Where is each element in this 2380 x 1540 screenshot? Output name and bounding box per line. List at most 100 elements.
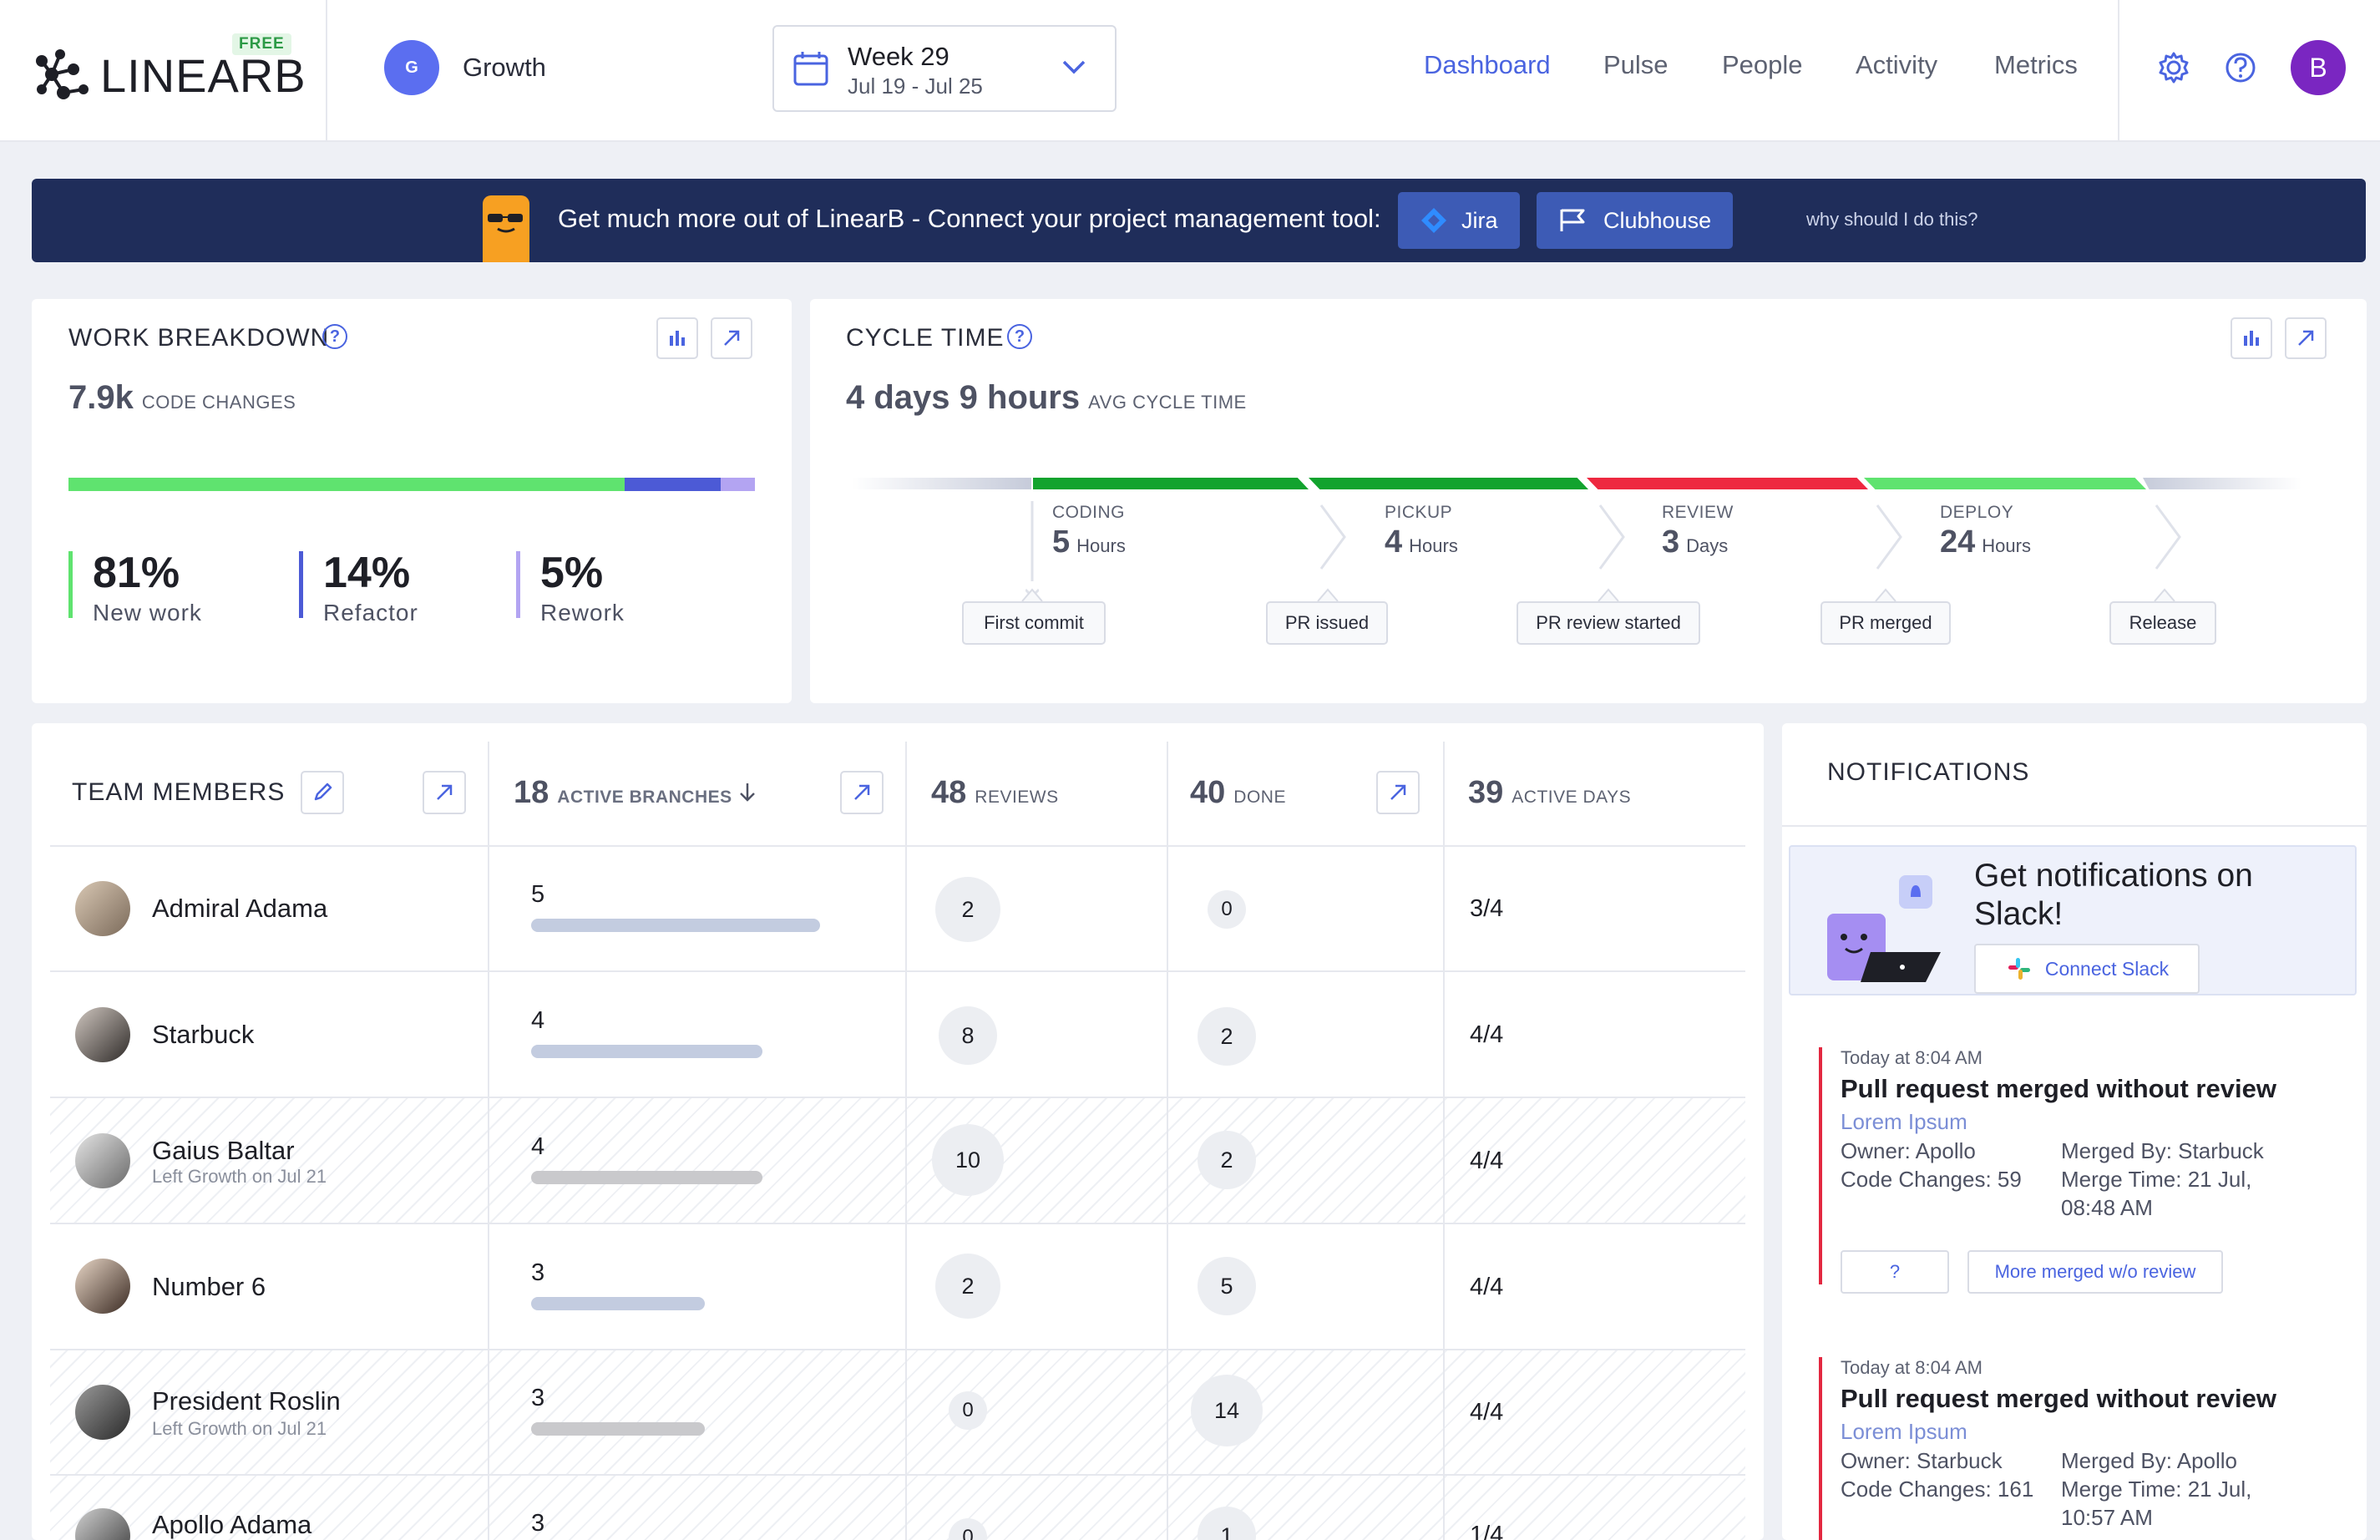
notification-help-button[interactable]: ?	[1841, 1250, 1949, 1294]
done-count: 2	[1198, 1007, 1256, 1066]
team-selector[interactable]: G Growth	[384, 40, 546, 95]
expand-done-button[interactable]	[1376, 771, 1420, 814]
nav-activity[interactable]: Activity	[1856, 50, 1937, 80]
clubhouse-button[interactable]: Clubhouse	[1537, 192, 1734, 249]
milestone-pointer	[1875, 588, 1896, 602]
team-name: Growth	[463, 53, 546, 82]
more-merged-button[interactable]: More merged w/o review	[1967, 1250, 2223, 1294]
active-branches-total: 18	[514, 775, 549, 810]
review-value: 3	[1662, 524, 1680, 560]
reviews-count: 8	[939, 1006, 997, 1065]
pencil-icon	[314, 783, 332, 801]
reviews-header[interactable]: 48 REVIEWS	[931, 775, 1059, 811]
edit-members-button[interactable]	[301, 771, 344, 814]
chart-button[interactable]	[2231, 317, 2272, 359]
divider	[2118, 0, 2119, 142]
expand-branches-button[interactable]	[840, 771, 884, 814]
slack-illustration	[1827, 875, 1941, 982]
active-branches-label: ACTIVE BRANCHES	[557, 788, 732, 807]
work-breakdown-segment-2	[720, 478, 755, 491]
active-days-total: 39	[1468, 775, 1504, 810]
help-icon[interactable]	[2223, 50, 2258, 85]
avg-cycle-time-metric: 4 days 9 hours AVG CYCLE TIME	[846, 379, 1247, 417]
nav-dashboard[interactable]: Dashboard	[1424, 50, 1551, 80]
connect-slack-label: Connect Slack	[2044, 957, 2170, 980]
week-selector[interactable]: Week 29 Jul 19 - Jul 25	[772, 25, 1117, 112]
done-header[interactable]: 40 DONE	[1190, 775, 1286, 811]
refactor-percent: 14%	[323, 549, 411, 597]
avatar	[75, 1259, 130, 1314]
column-divider	[1443, 742, 1445, 1540]
brand-name: LINEARB	[100, 48, 306, 102]
bar-chart-icon	[670, 331, 685, 346]
nav-people[interactable]: People	[1722, 50, 1803, 80]
review-segment	[1587, 478, 1868, 489]
mascot-illustration	[483, 195, 529, 262]
reviews-total: 48	[931, 775, 967, 810]
member-name[interactable]: President Roslin	[152, 1386, 341, 1416]
banner-message: Get much more out of LinearB - Connect y…	[558, 204, 1381, 233]
member-name[interactable]: Number 6	[152, 1272, 266, 1302]
arrow-up-right-icon	[854, 784, 870, 800]
arrow-up-right-icon	[437, 784, 453, 800]
help-icon[interactable]: ?	[322, 324, 347, 349]
active-days-header[interactable]: 39 ACTIVE DAYS	[1468, 775, 1631, 811]
gear-icon[interactable]	[2156, 50, 2191, 85]
jira-button-label: Jira	[1461, 207, 1498, 233]
milestone-release: Release	[2109, 601, 2216, 645]
expand-members-button[interactable]	[423, 771, 466, 814]
done-count: 5	[1198, 1257, 1256, 1315]
coding-label: CODING	[1052, 503, 1125, 522]
active-branches-header[interactable]: 18 ACTIVE BRANCHES	[514, 775, 732, 811]
expand-button[interactable]	[711, 317, 752, 359]
new-work-label: New work	[93, 600, 202, 626]
done-count: 0	[1208, 890, 1246, 929]
flag-icon	[1560, 209, 1585, 231]
jira-button[interactable]: Jira	[1398, 192, 1520, 249]
done-count: 14	[1191, 1375, 1263, 1446]
member-name[interactable]: Gaius Baltar	[152, 1136, 295, 1166]
slack-icon	[2008, 958, 2030, 980]
rework-stat: 5% Rework	[516, 551, 625, 626]
bar-chart-icon	[2244, 331, 2259, 346]
row-separator	[50, 845, 1745, 847]
notification-item: Today at 8:04 AM Pull request merged wit…	[1819, 1357, 2337, 1540]
row-separator	[50, 1474, 1745, 1476]
chart-button[interactable]	[656, 317, 698, 359]
member-name[interactable]: Admiral Adama	[152, 894, 327, 924]
branch-bar	[531, 1297, 705, 1310]
notification-time: Today at 8:04 AM	[1841, 1357, 1982, 1378]
active-days: 3/4	[1470, 895, 1504, 922]
notification-item: Today at 8:04 AM Pull request merged wit…	[1819, 1047, 2337, 1294]
timeline-tail	[2143, 478, 2302, 489]
top-navigation-bar: LINEARB FREE G Growth Week 29 Jul 19 - J…	[0, 0, 2380, 142]
rework-label: Rework	[540, 600, 625, 626]
deploy-value: 24	[1940, 524, 1976, 560]
calendar-icon	[793, 52, 828, 86]
nav-pulse[interactable]: Pulse	[1603, 50, 1669, 80]
member-name[interactable]: Starbuck	[152, 1020, 254, 1050]
arrow-up-right-icon	[724, 330, 740, 346]
expand-button[interactable]	[2285, 317, 2327, 359]
notification-link[interactable]: Lorem Ipsum	[1841, 1109, 2337, 1135]
integration-banner: Get much more out of LinearB - Connect y…	[32, 179, 2366, 262]
why-link[interactable]: why should I do this?	[1806, 209, 1977, 230]
nav-metrics[interactable]: Metrics	[1994, 50, 2078, 80]
member-name[interactable]: Apollo Adama	[152, 1510, 311, 1540]
connect-slack-button[interactable]: Connect Slack	[1974, 944, 2200, 994]
active-days: 4/4	[1470, 1147, 1504, 1174]
chevron-right-icon	[1876, 504, 1902, 570]
user-avatar[interactable]: B	[2291, 40, 2346, 95]
help-icon[interactable]: ?	[1007, 324, 1032, 349]
pickup-label: PICKUP	[1385, 503, 1453, 522]
refactor-label: Refactor	[323, 600, 418, 626]
branch-bar	[531, 1171, 762, 1184]
notification-headline: Pull request merged without review	[1841, 1074, 2276, 1103]
notification-link[interactable]: Lorem Ipsum	[1841, 1419, 2337, 1445]
reviews-count: 10	[932, 1124, 1004, 1196]
chevron-right-icon	[2155, 504, 2181, 570]
branch-count: 4	[531, 1133, 545, 1160]
reviews-label: REVIEWS	[975, 788, 1059, 807]
sort-arrow-down-icon[interactable]	[735, 780, 760, 805]
branch-bar	[531, 1422, 705, 1436]
